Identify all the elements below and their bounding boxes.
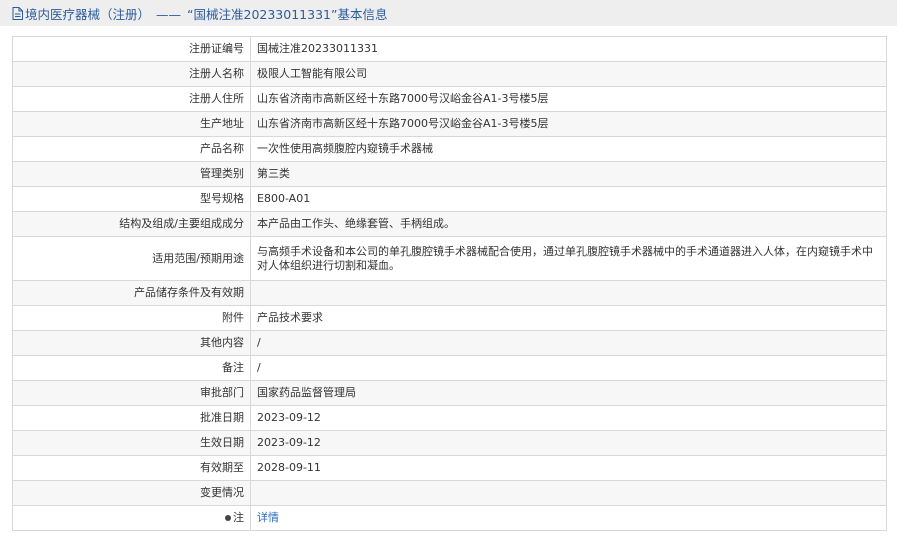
field-label: 注册人名称	[12, 61, 251, 87]
page-title: 境内医疗器械（注册） —— “国械注准20233011331”基本信息	[25, 4, 387, 23]
table-row: 其他内容 /	[12, 330, 887, 356]
details-link[interactable]: 详情	[257, 511, 279, 524]
table-row: 型号规格 E800-A01	[12, 186, 887, 212]
field-label: 变更情况	[12, 480, 251, 506]
field-value: 本产品由工作头、绝缘套管、手柄组成。	[250, 211, 887, 237]
field-label: 生效日期	[12, 430, 251, 456]
field-value: 山东省济南市高新区经十东路7000号汉峪金谷A1-3号楼5层	[250, 111, 887, 137]
field-label: 管理类别	[12, 161, 251, 187]
table-row: 注册证编号 国械注准20233011331	[12, 36, 887, 62]
table-row: 产品储存条件及有效期	[12, 280, 887, 306]
note-label: 注	[233, 511, 244, 524]
pin-icon	[225, 515, 231, 521]
table-row: 管理类别 第三类	[12, 161, 887, 187]
note-value-cell: 详情	[250, 505, 887, 531]
note-label-cell: 注	[12, 505, 251, 531]
field-value: /	[250, 330, 887, 356]
table-row: 批准日期 2023-09-12	[12, 405, 887, 431]
field-value: 国械注准20233011331	[250, 36, 887, 62]
field-value: E800-A01	[250, 186, 887, 212]
field-value: 2028-09-11	[250, 455, 887, 481]
field-label: 注册人住所	[12, 86, 251, 112]
field-value: /	[250, 355, 887, 381]
field-value: 与高频手术设备和本公司的单孔腹腔镜手术器械配合使用，通过单孔腹腔镜手术器械中的手…	[250, 236, 887, 281]
field-value: 产品技术要求	[250, 305, 887, 331]
table-row: 附件 产品技术要求	[12, 305, 887, 331]
info-table: 注册证编号 国械注准20233011331 注册人名称 极限人工智能有限公司 注册人住所…	[12, 36, 887, 531]
field-label: 附件	[12, 305, 251, 331]
field-value: 一次性使用高频腹腔内窥镜手术器械	[250, 136, 887, 162]
field-label: 生产地址	[12, 111, 251, 137]
field-label: 其他内容	[12, 330, 251, 356]
field-value: 极限人工智能有限公司	[250, 61, 887, 87]
page-header: 境内医疗器械（注册） —— “国械注准20233011331”基本信息	[0, 0, 897, 26]
table-row: 适用范围/预期用途 与高频手术设备和本公司的单孔腹腔镜手术器械配合使用，通过单孔腹…	[12, 236, 887, 281]
field-value	[250, 480, 887, 506]
document-icon	[12, 6, 23, 20]
table-row: 产品名称 一次性使用高频腹腔内窥镜手术器械	[12, 136, 887, 162]
field-label: 有效期至	[12, 455, 251, 481]
table-row: 注册人名称 极限人工智能有限公司	[12, 61, 887, 87]
field-label: 型号规格	[12, 186, 251, 212]
note-row: 注详情	[12, 505, 887, 531]
field-label: 审批部门	[12, 380, 251, 406]
field-value: 国家药品监督管理局	[250, 380, 887, 406]
table-row: 审批部门 国家药品监督管理局	[12, 380, 887, 406]
table-row: 生效日期 2023-09-12	[12, 430, 887, 456]
field-value: 2023-09-12	[250, 405, 887, 431]
title-category: 境内医疗器械（注册）	[25, 6, 151, 22]
table-row: 生产地址 山东省济南市高新区经十东路7000号汉峪金谷A1-3号楼5层	[12, 111, 887, 137]
field-label: 备注	[12, 355, 251, 381]
table-row: 有效期至 2028-09-11	[12, 455, 887, 481]
field-label: 注册证编号	[12, 36, 251, 62]
table-row: 备注 /	[12, 355, 887, 381]
title-subject: “国械注准20233011331”基本信息	[187, 6, 388, 22]
field-value: 山东省济南市高新区经十东路7000号汉峪金谷A1-3号楼5层	[250, 86, 887, 112]
field-label: 适用范围/预期用途	[12, 236, 251, 281]
table-row: 结构及组成/主要组成成分 本产品由工作头、绝缘套管、手柄组成。	[12, 211, 887, 237]
field-label: 批准日期	[12, 405, 251, 431]
field-label: 产品储存条件及有效期	[12, 280, 251, 306]
title-separator: ——	[156, 6, 182, 22]
field-value: 第三类	[250, 161, 887, 187]
field-label: 结构及组成/主要组成成分	[12, 211, 251, 237]
table-row: 注册人住所 山东省济南市高新区经十东路7000号汉峪金谷A1-3号楼5层	[12, 86, 887, 112]
field-label: 产品名称	[12, 136, 251, 162]
field-value	[250, 280, 887, 306]
table-row: 变更情况	[12, 480, 887, 506]
field-value: 2023-09-12	[250, 430, 887, 456]
